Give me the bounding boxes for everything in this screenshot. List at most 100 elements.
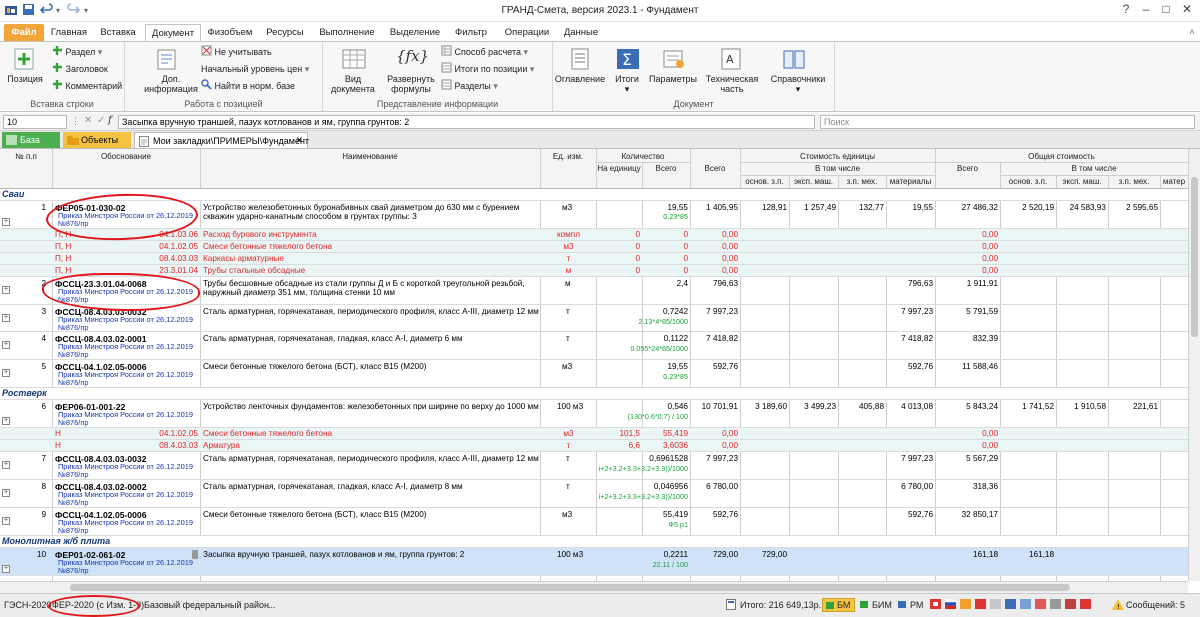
vertical-scrollbar[interactable] — [1188, 149, 1200, 581]
tab-filter[interactable]: Фильтр — [450, 24, 492, 41]
section-header[interactable]: Ростверк — [0, 388, 1188, 400]
status-more[interactable]: ... — [268, 600, 276, 610]
table-row[interactable]: 7 + ФССЦ-08.4.03.03-0032 Приказ Минстроя… — [0, 452, 1188, 480]
tab-home[interactable]: Главная — [48, 24, 90, 41]
col-osn-zp[interactable]: основ. з.п. — [740, 177, 789, 186]
col-eksp-2[interactable]: эксп. маш. — [1056, 177, 1108, 186]
status-icon-4[interactable] — [975, 599, 986, 611]
tab-resources[interactable]: Ресурсы — [260, 24, 310, 41]
cell-reference-input[interactable]: 10 — [3, 115, 67, 129]
col-naim[interactable]: Наименование — [200, 152, 540, 161]
status-icon-1[interactable] — [930, 599, 941, 611]
table-row[interactable]: 3 + ФССЦ-08.4.03.03-0032 Приказ Минстроя… — [0, 305, 1188, 332]
status-messages[interactable]: Сообщений: 5 — [1126, 600, 1185, 610]
ignore-button[interactable]: Не учитывать — [201, 45, 272, 59]
table-row[interactable]: 5 + ФССЦ-04.1.02.05-0006 Приказ Минстроя… — [0, 360, 1188, 388]
resource-row[interactable]: Н 08.4.03.03 Арматура т 6,6 3,6036 0,00 … — [0, 440, 1188, 452]
status-icon-8[interactable] — [1035, 599, 1046, 611]
view-document-button[interactable]: Вид документа — [325, 74, 381, 94]
col-num[interactable]: № п.п — [0, 152, 52, 161]
col-vsego-obsh[interactable]: Всего — [935, 164, 1000, 173]
resource-row[interactable]: П, Н 23.3.01.04 Трубы стальные обсадные … — [0, 265, 1188, 277]
col-eksp[interactable]: эксп. маш. — [789, 177, 838, 186]
table-row[interactable]: 8 + ФССЦ-08.4.03.02-0002 Приказ Минстроя… — [0, 480, 1188, 508]
table-row[interactable]: 9 + ФССЦ-04.1.02.05-0006 Приказ Минстроя… — [0, 508, 1188, 536]
tab-insert[interactable]: Вставка — [96, 24, 140, 41]
attachment-icon[interactable] — [192, 550, 198, 559]
resource-row[interactable]: П, Н 04.1.03.06 Расход бурового инструме… — [0, 229, 1188, 241]
parameters-button[interactable]: Параметры — [647, 74, 699, 84]
expand-icon[interactable]: + — [2, 286, 10, 294]
tab-fundament[interactable]: Мои закладки\ПРИМЕРЫ\Фундамент ✕ — [134, 132, 309, 148]
resource-row[interactable]: Н 04.1.02.05 Смеси бетонные тяжелого бет… — [0, 428, 1188, 440]
status-icon-11[interactable] — [1080, 599, 1091, 611]
col-v-tom-chisle[interactable]: В том числе — [740, 164, 935, 173]
expand-icon[interactable]: + — [2, 461, 10, 469]
expand-icon[interactable]: + — [2, 489, 10, 497]
price-level-dropdown[interactable]: Начальный уровень цен ▾ — [201, 62, 309, 76]
tab-execution[interactable]: Выполнение — [316, 24, 378, 41]
help-icon[interactable]: ? — [1117, 2, 1135, 19]
expand-icon[interactable]: + — [2, 314, 10, 322]
table-row[interactable]: 4 + ФССЦ-08.4.03.02-0001 Приказ Минстроя… — [0, 332, 1188, 360]
status-icon-3[interactable] — [960, 599, 971, 611]
expand-icon[interactable]: + — [2, 417, 10, 425]
expand-icon[interactable]: + — [2, 369, 10, 377]
expand-icon[interactable]: + — [2, 341, 10, 349]
col-ed[interactable]: Ед. изм. — [540, 152, 596, 161]
calc-method-dropdown[interactable]: Способ расчета ▾ — [441, 45, 528, 59]
expand-icon[interactable]: + — [2, 565, 10, 573]
status-icon-10[interactable] — [1065, 599, 1076, 611]
col-zp-meh[interactable]: з.п. мех. — [838, 177, 886, 186]
tab-objekty[interactable]: Объекты — [63, 132, 131, 148]
fx-icon[interactable]: f — [108, 115, 112, 126]
col-v-tom-chisle-2[interactable]: В том числе — [1000, 164, 1188, 173]
header-button[interactable]: Заголовок — [52, 62, 108, 76]
tab-document[interactable]: Документ — [145, 24, 201, 41]
reference-books-button[interactable]: Справочники ▾ — [765, 74, 831, 94]
status-icon-7[interactable] — [1020, 599, 1031, 611]
options-icon[interactable]: ⋮ — [71, 116, 80, 127]
section-header[interactable]: Сваи — [0, 189, 1188, 201]
minimize-button[interactable]: – — [1137, 2, 1155, 19]
close-tab-icon[interactable]: ✕ — [295, 135, 303, 146]
col-obsh[interactable]: Общая стоимость — [935, 152, 1188, 161]
status-gesn[interactable]: ГЭСН-2020 — [4, 600, 51, 610]
status-fer[interactable]: ФЕР-2020 (с Изм. 1-9) — [52, 600, 144, 610]
col-zp-meh-2[interactable]: з.п. мех. — [1108, 177, 1160, 186]
tech-part-button[interactable]: Техническая часть — [701, 74, 763, 94]
col-kol[interactable]: Количество — [596, 152, 690, 161]
position-button[interactable]: Позиция — [2, 74, 48, 84]
status-icon-6[interactable] — [1005, 599, 1016, 611]
close-button[interactable]: ✕ — [1178, 2, 1196, 19]
flag-icon[interactable] — [944, 598, 957, 611]
col-mat-2[interactable]: матер — [1160, 177, 1188, 186]
collapse-ribbon-icon[interactable]: ˄ — [1186, 24, 1198, 41]
contents-button[interactable]: Оглавление — [553, 74, 607, 84]
find-in-base-button[interactable]: Найти в норм. базе — [201, 79, 295, 93]
tab-selection[interactable]: Выделение — [386, 24, 444, 41]
section-header[interactable]: Монолитная ж/б плита — [0, 536, 1188, 548]
expand-icon[interactable]: + — [2, 517, 10, 525]
status-region[interactable]: Базовый федеральный район — [144, 600, 269, 610]
resource-row[interactable]: П, Н 08.4.03.03 Каркасы арматурные т 0 0… — [0, 253, 1188, 265]
expand-icon[interactable]: + — [2, 218, 10, 226]
dop-info-button[interactable]: Доп. информация — [141, 74, 201, 94]
tab-data[interactable]: Данные — [560, 24, 602, 41]
scroll-thumb[interactable] — [1191, 177, 1198, 337]
col-vsego-ed[interactable]: Всего — [690, 164, 740, 173]
table-row[interactable]: 1 + ФЕР05-01-030-02 Приказ Минстроя Росс… — [0, 201, 1188, 229]
col-mat[interactable]: материалы — [886, 177, 935, 186]
search-input[interactable]: Поиск — [820, 115, 1195, 129]
cancel-edit-icon[interactable]: ✕ — [84, 115, 92, 126]
status-icon-5[interactable] — [990, 599, 1001, 611]
table-row-selected[interactable]: 10 + ФЕР01-02-061-02 Приказ Минстроя Рос… — [0, 548, 1188, 576]
razdel-button[interactable]: Раздел ▾ — [52, 45, 102, 59]
tab-fizobem[interactable]: Физобъем — [206, 24, 254, 41]
tab-file[interactable]: Файл — [4, 24, 44, 41]
col-na-ed[interactable]: На единицу — [596, 164, 642, 173]
bim-toggle[interactable]: БИМ — [860, 600, 892, 610]
col-stoim-ed[interactable]: Стоимость единицы — [740, 152, 935, 161]
table-row[interactable]: 6 + ФЕР06-01-001-22 Приказ Минстроя Росс… — [0, 400, 1188, 428]
formula-value-input[interactable]: Засыпка вручную траншей, пазух котловано… — [118, 115, 815, 129]
